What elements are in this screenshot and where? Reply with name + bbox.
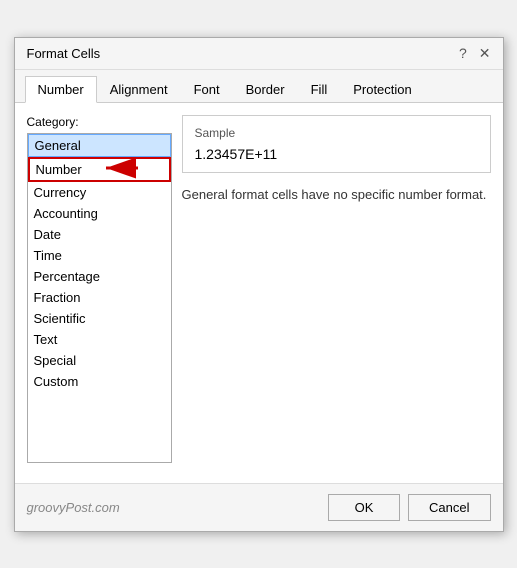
right-panel: Sample 1.23457E+11 General format cells … — [182, 115, 491, 471]
list-item-time[interactable]: Time — [28, 245, 171, 266]
tab-protection[interactable]: Protection — [340, 76, 425, 103]
title-bar: Format Cells ? ✕ — [15, 38, 503, 70]
brand-label: groovyPost.com — [27, 500, 120, 515]
list-item-accounting[interactable]: Accounting — [28, 203, 171, 224]
tab-alignment[interactable]: Alignment — [97, 76, 181, 103]
tab-number[interactable]: Number — [25, 76, 97, 103]
tab-bar: Number Alignment Font Border Fill Protec… — [15, 70, 503, 103]
footer-buttons: OK Cancel — [328, 494, 490, 521]
list-item-text[interactable]: Text — [28, 329, 171, 350]
close-button[interactable]: ✕ — [479, 46, 491, 60]
help-button[interactable]: ? — [459, 46, 467, 60]
list-item-special[interactable]: Special — [28, 350, 171, 371]
tab-font[interactable]: Font — [181, 76, 233, 103]
sample-section: Sample 1.23457E+11 — [182, 115, 491, 173]
list-item-currency[interactable]: Currency — [28, 182, 171, 203]
list-item-fraction[interactable]: Fraction — [28, 287, 171, 308]
cancel-button[interactable]: Cancel — [408, 494, 490, 521]
dialog-content: Category: General Number Currency Accoun… — [15, 103, 503, 483]
dialog-title: Format Cells — [27, 46, 101, 61]
tab-border[interactable]: Border — [233, 76, 298, 103]
list-item-percentage[interactable]: Percentage — [28, 266, 171, 287]
category-list[interactable]: General Number Currency Accounting Date … — [27, 133, 172, 463]
sample-label: Sample — [195, 126, 478, 140]
sample-value: 1.23457E+11 — [195, 146, 478, 162]
tab-fill[interactable]: Fill — [298, 76, 341, 103]
ok-button[interactable]: OK — [328, 494, 400, 521]
list-item-scientific[interactable]: Scientific — [28, 308, 171, 329]
format-cells-dialog: Format Cells ? ✕ Number Alignment Font B… — [14, 37, 504, 532]
list-item-date[interactable]: Date — [28, 224, 171, 245]
left-panel: Category: General Number Currency Accoun… — [27, 115, 172, 471]
dialog-footer: groovyPost.com OK Cancel — [15, 483, 503, 531]
list-item-general[interactable]: General — [28, 134, 171, 157]
list-item-number[interactable]: Number — [28, 157, 171, 182]
title-bar-buttons: ? ✕ — [459, 46, 491, 60]
list-item-custom[interactable]: Custom — [28, 371, 171, 392]
format-description: General format cells have no specific nu… — [182, 185, 491, 205]
category-label: Category: — [27, 115, 172, 129]
